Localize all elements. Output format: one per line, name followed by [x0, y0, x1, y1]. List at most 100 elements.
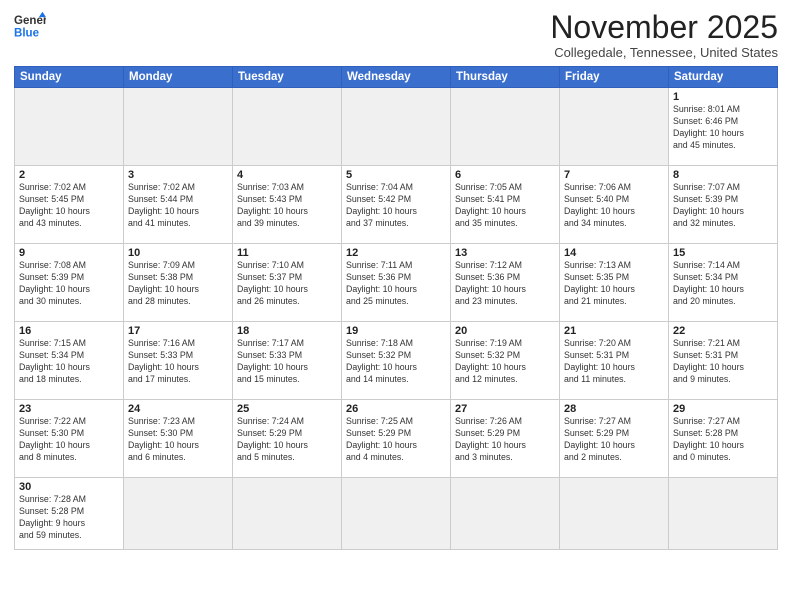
day-cell-25: 20Sunrise: 7:19 AMSunset: 5:32 PMDayligh… — [451, 322, 560, 400]
day-cell-5 — [560, 88, 669, 166]
day-cell-36 — [124, 478, 233, 550]
day-number: 27 — [455, 403, 555, 415]
day-cell-41 — [669, 478, 778, 550]
day-cell-35: 30Sunrise: 7:28 AMSunset: 5:28 PMDayligh… — [15, 478, 124, 550]
day-info: Sunrise: 7:11 AMSunset: 5:36 PMDaylight:… — [346, 260, 446, 308]
day-number: 6 — [455, 169, 555, 181]
day-info: Sunrise: 7:27 AMSunset: 5:29 PMDaylight:… — [564, 416, 664, 464]
day-info: Sunrise: 7:04 AMSunset: 5:42 PMDaylight:… — [346, 182, 446, 230]
day-info: Sunrise: 7:21 AMSunset: 5:31 PMDaylight:… — [673, 338, 773, 386]
month-title: November 2025 — [550, 10, 778, 45]
weekday-header-wednesday: Wednesday — [342, 67, 451, 88]
week-row-2: 9Sunrise: 7:08 AMSunset: 5:39 PMDaylight… — [15, 244, 778, 322]
day-number: 22 — [673, 325, 773, 337]
day-info: Sunrise: 7:27 AMSunset: 5:28 PMDaylight:… — [673, 416, 773, 464]
day-info: Sunrise: 7:25 AMSunset: 5:29 PMDaylight:… — [346, 416, 446, 464]
day-cell-28: 23Sunrise: 7:22 AMSunset: 5:30 PMDayligh… — [15, 400, 124, 478]
day-info: Sunrise: 7:22 AMSunset: 5:30 PMDaylight:… — [19, 416, 119, 464]
day-cell-17: 12Sunrise: 7:11 AMSunset: 5:36 PMDayligh… — [342, 244, 451, 322]
day-number: 28 — [564, 403, 664, 415]
day-number: 24 — [128, 403, 228, 415]
day-number: 2 — [19, 169, 119, 181]
day-info: Sunrise: 7:06 AMSunset: 5:40 PMDaylight:… — [564, 182, 664, 230]
day-info: Sunrise: 7:13 AMSunset: 5:35 PMDaylight:… — [564, 260, 664, 308]
day-cell-26: 21Sunrise: 7:20 AMSunset: 5:31 PMDayligh… — [560, 322, 669, 400]
day-cell-29: 24Sunrise: 7:23 AMSunset: 5:30 PMDayligh… — [124, 400, 233, 478]
page: General Blue November 2025 Collegedale, … — [0, 0, 792, 612]
day-cell-37 — [233, 478, 342, 550]
day-cell-7: 2Sunrise: 7:02 AMSunset: 5:45 PMDaylight… — [15, 166, 124, 244]
day-cell-34: 29Sunrise: 7:27 AMSunset: 5:28 PMDayligh… — [669, 400, 778, 478]
day-info: Sunrise: 7:05 AMSunset: 5:41 PMDaylight:… — [455, 182, 555, 230]
day-number: 10 — [128, 247, 228, 259]
day-number: 20 — [455, 325, 555, 337]
day-cell-9: 4Sunrise: 7:03 AMSunset: 5:43 PMDaylight… — [233, 166, 342, 244]
day-cell-27: 22Sunrise: 7:21 AMSunset: 5:31 PMDayligh… — [669, 322, 778, 400]
title-block: November 2025 Collegedale, Tennessee, Un… — [550, 10, 778, 60]
location: Collegedale, Tennessee, United States — [550, 45, 778, 60]
day-cell-22: 17Sunrise: 7:16 AMSunset: 5:33 PMDayligh… — [124, 322, 233, 400]
day-cell-30: 25Sunrise: 7:24 AMSunset: 5:29 PMDayligh… — [233, 400, 342, 478]
day-number: 14 — [564, 247, 664, 259]
day-cell-19: 14Sunrise: 7:13 AMSunset: 5:35 PMDayligh… — [560, 244, 669, 322]
day-info: Sunrise: 7:23 AMSunset: 5:30 PMDaylight:… — [128, 416, 228, 464]
day-info: Sunrise: 7:17 AMSunset: 5:33 PMDaylight:… — [237, 338, 337, 386]
day-cell-32: 27Sunrise: 7:26 AMSunset: 5:29 PMDayligh… — [451, 400, 560, 478]
day-info: Sunrise: 7:02 AMSunset: 5:45 PMDaylight:… — [19, 182, 119, 230]
day-info: Sunrise: 7:14 AMSunset: 5:34 PMDaylight:… — [673, 260, 773, 308]
day-number: 13 — [455, 247, 555, 259]
day-number: 25 — [237, 403, 337, 415]
week-row-1: 2Sunrise: 7:02 AMSunset: 5:45 PMDaylight… — [15, 166, 778, 244]
header: General Blue November 2025 Collegedale, … — [14, 10, 778, 60]
day-number: 9 — [19, 247, 119, 259]
day-number: 21 — [564, 325, 664, 337]
day-cell-18: 13Sunrise: 7:12 AMSunset: 5:36 PMDayligh… — [451, 244, 560, 322]
day-cell-8: 3Sunrise: 7:02 AMSunset: 5:44 PMDaylight… — [124, 166, 233, 244]
day-cell-10: 5Sunrise: 7:04 AMSunset: 5:42 PMDaylight… — [342, 166, 451, 244]
day-cell-20: 15Sunrise: 7:14 AMSunset: 5:34 PMDayligh… — [669, 244, 778, 322]
weekday-header-monday: Monday — [124, 67, 233, 88]
day-cell-1 — [124, 88, 233, 166]
day-cell-13: 8Sunrise: 7:07 AMSunset: 5:39 PMDaylight… — [669, 166, 778, 244]
day-info: Sunrise: 7:19 AMSunset: 5:32 PMDaylight:… — [455, 338, 555, 386]
day-cell-23: 18Sunrise: 7:17 AMSunset: 5:33 PMDayligh… — [233, 322, 342, 400]
day-number: 5 — [346, 169, 446, 181]
day-cell-2 — [233, 88, 342, 166]
logo-icon: General Blue — [14, 10, 46, 42]
day-number: 16 — [19, 325, 119, 337]
day-info: Sunrise: 7:20 AMSunset: 5:31 PMDaylight:… — [564, 338, 664, 386]
day-cell-21: 16Sunrise: 7:15 AMSunset: 5:34 PMDayligh… — [15, 322, 124, 400]
day-info: Sunrise: 7:15 AMSunset: 5:34 PMDaylight:… — [19, 338, 119, 386]
week-row-0: 1Sunrise: 8:01 AMSunset: 6:46 PMDaylight… — [15, 88, 778, 166]
day-number: 23 — [19, 403, 119, 415]
day-number: 7 — [564, 169, 664, 181]
day-info: Sunrise: 7:16 AMSunset: 5:33 PMDaylight:… — [128, 338, 228, 386]
day-info: Sunrise: 7:03 AMSunset: 5:43 PMDaylight:… — [237, 182, 337, 230]
weekday-header-sunday: Sunday — [15, 67, 124, 88]
day-info: Sunrise: 7:10 AMSunset: 5:37 PMDaylight:… — [237, 260, 337, 308]
day-cell-16: 11Sunrise: 7:10 AMSunset: 5:37 PMDayligh… — [233, 244, 342, 322]
day-cell-39 — [451, 478, 560, 550]
day-info: Sunrise: 7:24 AMSunset: 5:29 PMDaylight:… — [237, 416, 337, 464]
day-number: 29 — [673, 403, 773, 415]
day-cell-4 — [451, 88, 560, 166]
svg-text:Blue: Blue — [14, 28, 40, 40]
week-row-5: 30Sunrise: 7:28 AMSunset: 5:28 PMDayligh… — [15, 478, 778, 550]
day-cell-14: 9Sunrise: 7:08 AMSunset: 5:39 PMDaylight… — [15, 244, 124, 322]
day-cell-12: 7Sunrise: 7:06 AMSunset: 5:40 PMDaylight… — [560, 166, 669, 244]
day-number: 12 — [346, 247, 446, 259]
day-info: Sunrise: 7:02 AMSunset: 5:44 PMDaylight:… — [128, 182, 228, 230]
day-info: Sunrise: 7:26 AMSunset: 5:29 PMDaylight:… — [455, 416, 555, 464]
day-info: Sunrise: 7:09 AMSunset: 5:38 PMDaylight:… — [128, 260, 228, 308]
day-number: 15 — [673, 247, 773, 259]
day-number: 3 — [128, 169, 228, 181]
day-cell-3 — [342, 88, 451, 166]
day-info: Sunrise: 7:18 AMSunset: 5:32 PMDaylight:… — [346, 338, 446, 386]
day-info: Sunrise: 7:07 AMSunset: 5:39 PMDaylight:… — [673, 182, 773, 230]
weekday-header-saturday: Saturday — [669, 67, 778, 88]
day-number: 19 — [346, 325, 446, 337]
day-number: 1 — [673, 91, 773, 103]
day-number: 11 — [237, 247, 337, 259]
calendar: SundayMondayTuesdayWednesdayThursdayFrid… — [14, 66, 778, 550]
day-number: 30 — [19, 481, 119, 493]
